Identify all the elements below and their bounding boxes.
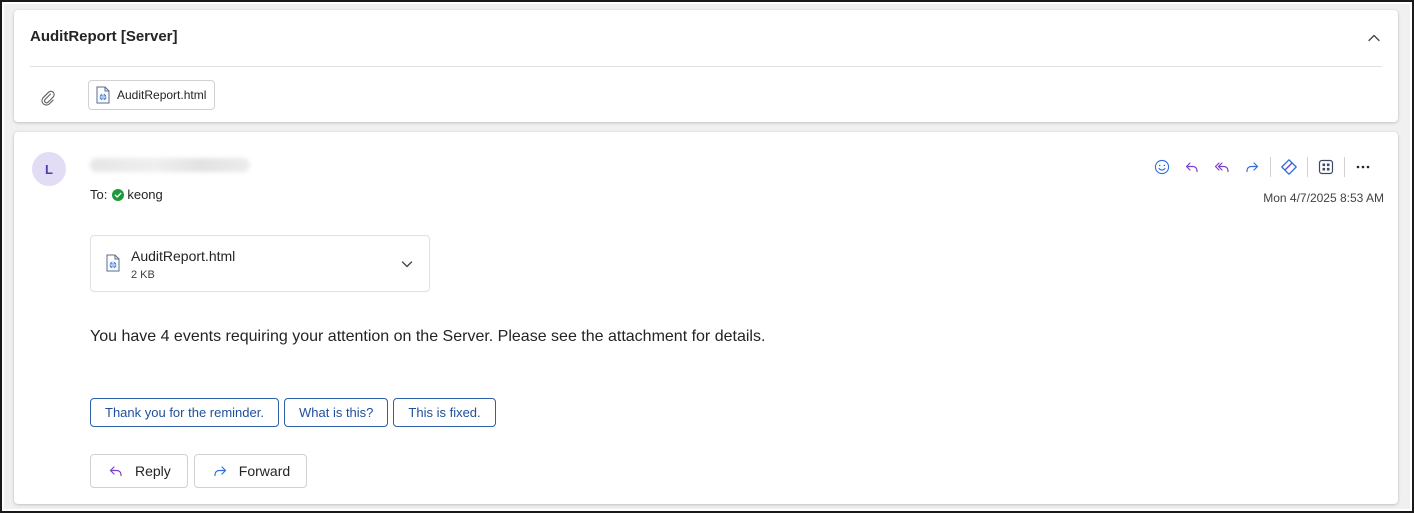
- loop-icon: [1281, 159, 1297, 175]
- message-actions: [1147, 152, 1378, 182]
- chevron-up-icon[interactable]: [1366, 30, 1382, 46]
- suggested-reply-button[interactable]: What is this?: [283, 398, 389, 427]
- message-card: L To: keong Mon 4/7/2025 8:53 AM AuditRe…: [14, 132, 1398, 504]
- html-file-icon: [106, 254, 120, 272]
- reply-icon: [1185, 162, 1198, 173]
- header-attachment-name: AuditReport.html: [117, 88, 207, 102]
- recipient-line: To: keong: [90, 187, 163, 202]
- forward-bottom-button[interactable]: Forward: [193, 454, 308, 488]
- reply-icon: [109, 466, 122, 477]
- forward-icon: [214, 466, 226, 477]
- recipient-name[interactable]: keong: [127, 187, 162, 202]
- sender-address-redacted[interactable]: [90, 158, 250, 172]
- reply-label: Reply: [135, 463, 171, 479]
- apps-icon: [1318, 159, 1334, 175]
- message-body: You have 4 events requiring your attenti…: [90, 328, 766, 345]
- forward-icon: [1246, 162, 1259, 173]
- suggested-reply-button[interactable]: This is fixed.: [393, 398, 496, 427]
- message-timestamp: Mon 4/7/2025 8:53 AM: [1263, 191, 1384, 205]
- suggested-replies: Thank you for the reminder. What is this…: [90, 398, 496, 427]
- reading-pane: AuditReport [Server] AuditReport.html L …: [4, 4, 1410, 509]
- attachment-card[interactable]: AuditReport.html 2 KB: [90, 235, 430, 292]
- paperclip-icon: [41, 90, 55, 106]
- loop-button[interactable]: [1274, 152, 1304, 182]
- conversation-header: AuditReport [Server] AuditReport.html: [14, 10, 1398, 122]
- action-separator: [1307, 157, 1308, 177]
- reply-bottom-button[interactable]: Reply: [90, 454, 188, 488]
- conversation-subject: AuditReport [Server]: [30, 28, 178, 45]
- action-separator: [1344, 157, 1345, 177]
- attachment-name: AuditReport.html: [131, 248, 236, 264]
- header-attachment-chip[interactable]: AuditReport.html: [88, 80, 216, 110]
- attachment-size: 2 KB: [131, 269, 155, 281]
- reply-all-button[interactable]: [1207, 152, 1237, 182]
- forward-button[interactable]: [1237, 152, 1267, 182]
- reply-actions: Reply Forward: [90, 454, 308, 488]
- chevron-down-icon[interactable]: [399, 256, 415, 272]
- to-label: To:: [90, 187, 108, 202]
- header-divider: [30, 66, 1382, 67]
- more-icon: [1356, 165, 1370, 169]
- reply-all-icon: [1214, 162, 1229, 173]
- emoji-icon: [1154, 159, 1170, 175]
- action-separator: [1270, 157, 1271, 177]
- more-actions-button[interactable]: [1348, 152, 1378, 182]
- emoji-button[interactable]: [1147, 152, 1177, 182]
- suggested-reply-button[interactable]: Thank you for the reminder.: [90, 398, 279, 427]
- apps-button[interactable]: [1311, 152, 1341, 182]
- sender-avatar[interactable]: L: [32, 152, 66, 186]
- reply-button[interactable]: [1177, 152, 1207, 182]
- presence-available-icon: [112, 188, 125, 201]
- html-file-icon: [96, 86, 110, 104]
- forward-label: Forward: [238, 463, 291, 479]
